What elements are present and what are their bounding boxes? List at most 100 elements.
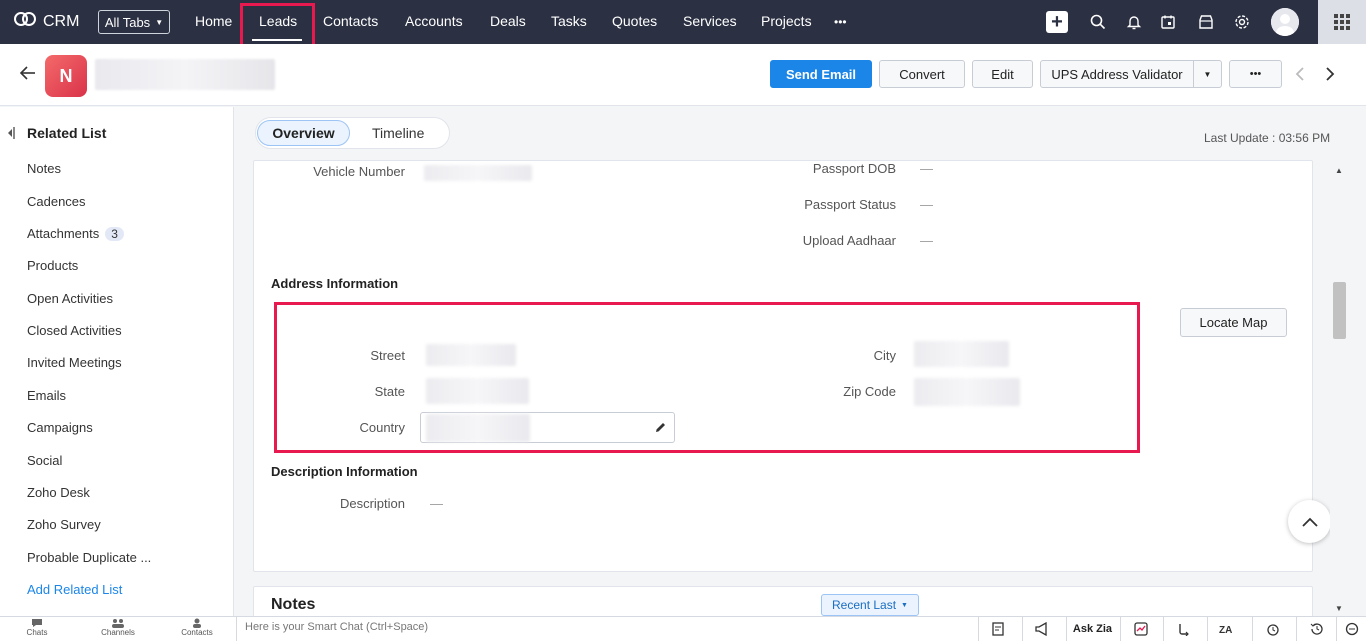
sidebar-item-notes[interactable]: Notes	[27, 161, 61, 176]
related-list-title: Related List	[27, 125, 107, 141]
description-information-heading: Description Information	[271, 464, 418, 479]
locate-map-button[interactable]: Locate Map	[1180, 308, 1287, 337]
channels-label: Channels	[101, 628, 135, 637]
scroll-to-top-button[interactable]	[1288, 500, 1331, 543]
nav-tab-projects[interactable]: Projects	[761, 13, 812, 29]
translate-icon[interactable]: ZA	[1207, 616, 1247, 641]
chats-label: Chats	[26, 628, 48, 637]
app-grid-icon[interactable]	[1318, 0, 1366, 44]
nav-tab-quotes[interactable]: Quotes	[612, 13, 657, 29]
zip-code-value-redacted	[914, 378, 1020, 406]
collapse-sidebar-icon[interactable]	[7, 127, 15, 142]
state-label: State	[374, 384, 405, 399]
alarm-clock-icon[interactable]	[1252, 616, 1292, 641]
nav-more-button[interactable]: •••	[834, 15, 847, 29]
state-value-redacted	[426, 378, 529, 404]
send-email-button[interactable]: Send Email	[770, 60, 872, 88]
sidebar-item-invited-meetings[interactable]: Invited Meetings	[27, 355, 122, 370]
smart-chat-input[interactable]: Here is your Smart Chat (Ctrl+Space)	[236, 616, 976, 641]
bell-icon[interactable]	[1124, 12, 1144, 32]
tab-overview[interactable]: Overview	[257, 120, 350, 146]
passport-status-value: —	[920, 197, 933, 212]
sidebar-item-attachments[interactable]: Attachments 3	[27, 226, 124, 241]
chats-shortcut[interactable]: Chats	[12, 618, 62, 637]
all-tabs-label: All Tabs	[104, 14, 151, 30]
automation-icon[interactable]	[1163, 616, 1203, 641]
nav-tab-deals[interactable]: Deals	[490, 13, 526, 29]
city-label: City	[873, 348, 896, 363]
zip-code-label: Zip Code	[843, 384, 896, 399]
scrollbar-thumb[interactable]	[1333, 282, 1346, 339]
sidebar-item-closed-activities[interactable]: Closed Activities	[27, 323, 122, 338]
upload-aadhaar-value: —	[920, 233, 933, 248]
nav-tab-home[interactable]: Home	[195, 13, 232, 29]
caret-down-icon: ▼	[901, 601, 908, 609]
sidebar-item-products[interactable]: Products	[27, 258, 78, 273]
convert-button[interactable]: Convert	[879, 60, 965, 88]
add-related-list-link[interactable]: Add Related List	[27, 582, 122, 597]
nav-tab-services[interactable]: Services	[683, 13, 737, 29]
next-record-chevron-icon[interactable]	[1325, 66, 1335, 85]
notes-sort-dropdown[interactable]: Recent Last ▼	[821, 594, 919, 616]
nav-tab-tasks[interactable]: Tasks	[551, 13, 587, 29]
more-actions-button[interactable]: •••	[1229, 60, 1282, 88]
edit-button[interactable]: Edit	[972, 60, 1033, 88]
notes-icon[interactable]	[978, 616, 1018, 641]
nav-tab-accounts[interactable]: Accounts	[405, 13, 463, 29]
pencil-edit-icon[interactable]	[654, 421, 667, 437]
crm-logo-icon	[14, 11, 36, 32]
quick-create-plus-icon[interactable]: +	[1046, 11, 1068, 33]
passport-status-label: Passport Status	[804, 197, 896, 212]
all-tabs-dropdown[interactable]: All Tabs ▼	[98, 10, 170, 34]
city-value-redacted	[914, 341, 1009, 367]
user-avatar[interactable]	[1271, 8, 1299, 36]
scroll-up-arrow-icon[interactable]: ▲	[1335, 166, 1343, 175]
record-name-redacted	[95, 59, 275, 90]
contacts-label: Contacts	[181, 628, 213, 637]
ask-zia-button[interactable]: Ask Zia	[1066, 616, 1118, 641]
description-label: Description	[339, 496, 405, 511]
country-label: Country	[359, 420, 405, 435]
sidebar-item-zoho-desk[interactable]: Zoho Desk	[27, 485, 90, 500]
notes-title: Notes	[271, 596, 316, 613]
history-icon[interactable]	[1296, 616, 1336, 641]
svg-text:ZA: ZA	[1219, 625, 1232, 635]
gear-icon[interactable]	[1232, 12, 1252, 32]
notification-tray-icon[interactable]	[1336, 616, 1366, 641]
calendar-icon[interactable]	[1158, 12, 1178, 32]
address-information-heading: Address Information	[271, 276, 399, 291]
attachments-count-badge: 3	[105, 227, 124, 241]
caret-down-icon: ▼	[155, 17, 164, 27]
description-value: —	[430, 496, 443, 511]
scroll-down-arrow-icon[interactable]: ▼	[1335, 604, 1343, 613]
sidebar-item-label: Attachments	[27, 226, 100, 241]
ups-address-validator-button[interactable]: UPS Address Validator	[1040, 60, 1194, 88]
street-label: Street	[370, 348, 405, 363]
previous-record-chevron-icon[interactable]	[1295, 66, 1305, 85]
zia-insights-icon[interactable]	[1120, 616, 1160, 641]
channels-shortcut[interactable]: Channels	[93, 618, 143, 637]
back-arrow-icon[interactable]	[19, 65, 37, 84]
sidebar-item-open-activities[interactable]: Open Activities	[27, 291, 113, 306]
main-scrollbar[interactable]	[1330, 160, 1349, 616]
upload-aadhaar-label: Upload Aadhaar	[802, 233, 896, 248]
sidebar-item-cadences[interactable]: Cadences	[27, 194, 86, 209]
marketplace-icon[interactable]	[1196, 12, 1216, 32]
ups-dropdown-caret-icon[interactable]: ▼	[1193, 60, 1222, 88]
crm-logo[interactable]: CRM	[14, 11, 79, 32]
vehicle-number-value-redacted	[424, 165, 532, 181]
sidebar-item-probable-duplicate[interactable]: Probable Duplicate ...	[27, 550, 151, 565]
contacts-shortcut[interactable]: Contacts	[172, 618, 222, 637]
record-avatar: N	[45, 55, 87, 97]
search-icon[interactable]	[1088, 12, 1108, 32]
vehicle-number-label: Vehicle Number	[313, 164, 405, 179]
passport-dob-value: —	[920, 161, 933, 176]
tab-timeline[interactable]: Timeline	[372, 125, 424, 141]
sidebar-item-zoho-survey[interactable]: Zoho Survey	[27, 517, 101, 532]
nav-tab-contacts[interactable]: Contacts	[323, 13, 378, 29]
sidebar-item-social[interactable]: Social	[27, 453, 62, 468]
sidebar-item-emails[interactable]: Emails	[27, 388, 66, 403]
country-value-redacted	[426, 414, 530, 442]
megaphone-icon[interactable]	[1022, 616, 1062, 641]
sidebar-item-campaigns[interactable]: Campaigns	[27, 420, 93, 435]
